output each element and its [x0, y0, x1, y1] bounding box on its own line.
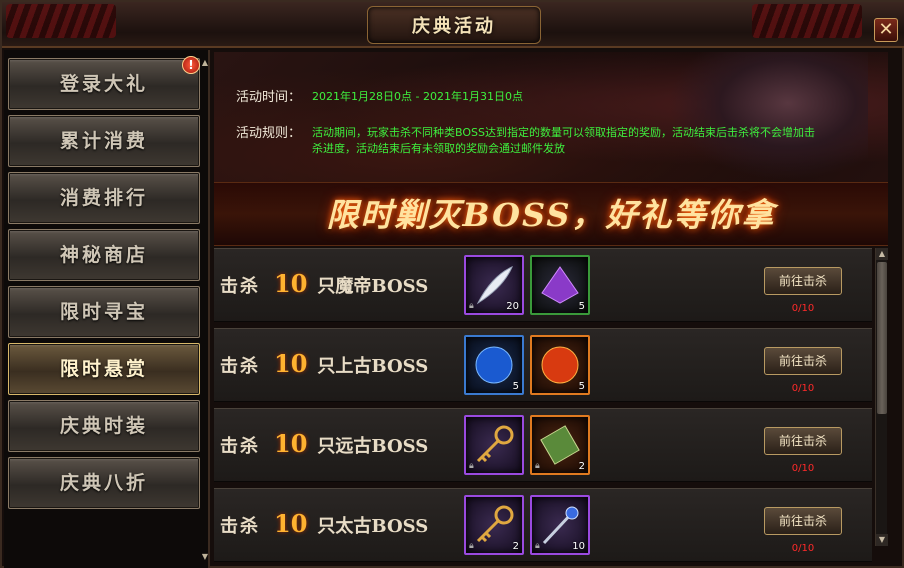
key-icon — [476, 505, 514, 543]
sidebar-item-mystery-shop[interactable]: 神秘商店 — [8, 229, 200, 281]
item-quantity: 10 — [572, 541, 585, 552]
event-banner — [214, 52, 888, 182]
item-quantity: 5 — [512, 381, 519, 392]
sidebar-item-bounty[interactable]: 限时悬赏 — [8, 343, 200, 395]
item-quantity: 20 — [506, 301, 519, 312]
go-kill-button[interactable]: 前往击杀 — [764, 267, 842, 295]
rules-label: 活动规则： — [236, 126, 302, 141]
go-kill-button[interactable]: 前往击杀 — [764, 347, 842, 375]
kill-count: 10 — [274, 509, 308, 538]
sidebar-item-login-gift[interactable]: 登录大礼 — [8, 58, 200, 110]
sidebar: 登录大礼 ! 累计消费 消费排行 神秘商店 限时寻宝 限时悬赏 庆典时装 庆典八… — [4, 50, 210, 568]
lock-icon: 🔒︎ — [535, 461, 540, 471]
window-title: 庆典活动 — [412, 16, 496, 37]
sidebar-item-cumulative-spend[interactable]: 累计消费 — [8, 115, 200, 167]
title-bar: 庆典活动 ✕ — [2, 2, 904, 48]
slogan-text: 限时剿灭BOSS，好礼等你拿 — [326, 196, 776, 234]
kill-label: 击杀 — [220, 276, 260, 297]
crystal-icon — [541, 266, 579, 304]
chain-decoration-right — [752, 4, 862, 38]
sidebar-item-discount[interactable]: 庆典八折 — [8, 457, 200, 509]
scroll-icon — [540, 425, 580, 465]
time-value: 2021年1月28日0点 - 2021年1月31日0点 — [312, 90, 523, 103]
scroll-down-icon[interactable]: ▼ — [876, 534, 888, 546]
go-kill-button[interactable]: 前往击杀 — [764, 427, 842, 455]
item-quantity: 5 — [578, 301, 585, 312]
kill-requirement: 击杀 10 只远古BOSS — [220, 429, 428, 458]
list-scrollbar[interactable]: ▲ ▼ — [875, 248, 888, 546]
kill-count: 10 — [274, 429, 308, 458]
sidebar-item-spend-ranking[interactable]: 消费排行 — [8, 172, 200, 224]
list-item: 击杀 10 只太古BOSS 🔒︎ 2 🔒︎ 10 前往击杀 0/10 — [214, 488, 872, 562]
sidebar-item-treasure-hunt[interactable]: 限时寻宝 — [8, 286, 200, 338]
time-label: 活动时间： — [236, 90, 302, 105]
boss-name: 只太古BOSS — [317, 516, 429, 537]
scroll-up-icon[interactable]: ▲ — [876, 248, 888, 260]
kill-progress: 0/10 — [791, 463, 815, 474]
chain-decoration-left — [6, 4, 116, 38]
reward-slot[interactable]: 🔒︎ 20 — [464, 255, 524, 315]
lock-icon: 🔒︎ — [469, 541, 474, 551]
kill-label: 击杀 — [220, 516, 260, 537]
kill-requirement: 击杀 10 只上古BOSS — [220, 349, 428, 378]
sidebar-scroll-down-icon[interactable]: ▼ — [200, 552, 210, 562]
kill-count: 10 — [274, 269, 308, 298]
rules-line-2: 杀进度，活动结束后有未领取的奖励会通过邮件发放 — [312, 142, 565, 155]
scroll-thumb[interactable] — [877, 262, 887, 414]
lock-icon: 🔒︎ — [469, 301, 474, 311]
lock-icon: 🔒︎ — [469, 461, 474, 471]
reward-slot[interactable]: 🔒︎ 2 — [530, 415, 590, 475]
kill-label: 击杀 — [220, 436, 260, 457]
list-item: 击杀 10 只远古BOSS 🔒︎ 🔒︎ 2 前往击杀 0/10 — [214, 408, 872, 482]
reward-slot[interactable]: 🔒︎ — [464, 415, 524, 475]
close-button[interactable]: ✕ — [874, 18, 898, 42]
reward-slot[interactable]: 🔒︎ 2 — [464, 495, 524, 555]
blue-orb-icon — [475, 346, 513, 384]
kill-progress: 0/10 — [791, 383, 815, 394]
boss-name: 只远古BOSS — [317, 436, 429, 457]
boss-task-list: 击杀 10 只魔帝BOSS 🔒︎ 20 5 前往击杀 0/10 击杀 10 只上古BOS… — [214, 248, 874, 568]
lock-icon: 🔒︎ — [535, 541, 540, 551]
item-quantity: 5 — [578, 381, 585, 392]
boss-name: 只魔帝BOSS — [317, 276, 429, 297]
key-icon — [476, 425, 514, 463]
reward-slot[interactable]: 5 — [464, 335, 524, 395]
go-kill-button[interactable]: 前往击杀 — [764, 507, 842, 535]
kill-progress: 0/10 — [791, 543, 815, 554]
list-item: 击杀 10 只魔帝BOSS 🔒︎ 20 5 前往击杀 0/10 — [214, 248, 872, 322]
sidebar-item-costume[interactable]: 庆典时装 — [8, 400, 200, 452]
rules-line-1: 活动期间，玩家击杀不同种类BOSS达到指定的数量可以领取指定的奖励，活动结束后击… — [312, 126, 815, 139]
kill-requirement: 击杀 10 只魔帝BOSS — [220, 269, 428, 298]
kill-progress: 0/10 — [791, 303, 815, 314]
item-quantity: 2 — [512, 541, 519, 552]
boss-name: 只上古BOSS — [317, 356, 429, 377]
item-quantity: 2 — [578, 461, 585, 472]
alert-icon: ! — [182, 56, 200, 74]
reward-slot[interactable]: 🔒︎ 10 — [530, 495, 590, 555]
kill-requirement: 击杀 10 只太古BOSS — [220, 509, 428, 538]
boss-artwork — [668, 52, 868, 180]
fire-orb-icon — [541, 346, 579, 384]
kill-count: 10 — [274, 349, 308, 378]
list-item: 击杀 10 只上古BOSS 5 5 前往击杀 0/10 — [214, 328, 872, 402]
sidebar-scroll-up-icon[interactable]: ▲ — [200, 58, 210, 68]
reward-slot[interactable]: 5 — [530, 255, 590, 315]
reward-slot[interactable]: 5 — [530, 335, 590, 395]
kill-label: 击杀 — [220, 356, 260, 377]
event-window: 庆典活动 ✕ 登录大礼 ! 累计消费 消费排行 神秘商店 限时寻宝 限时悬赏 庆… — [0, 0, 904, 568]
